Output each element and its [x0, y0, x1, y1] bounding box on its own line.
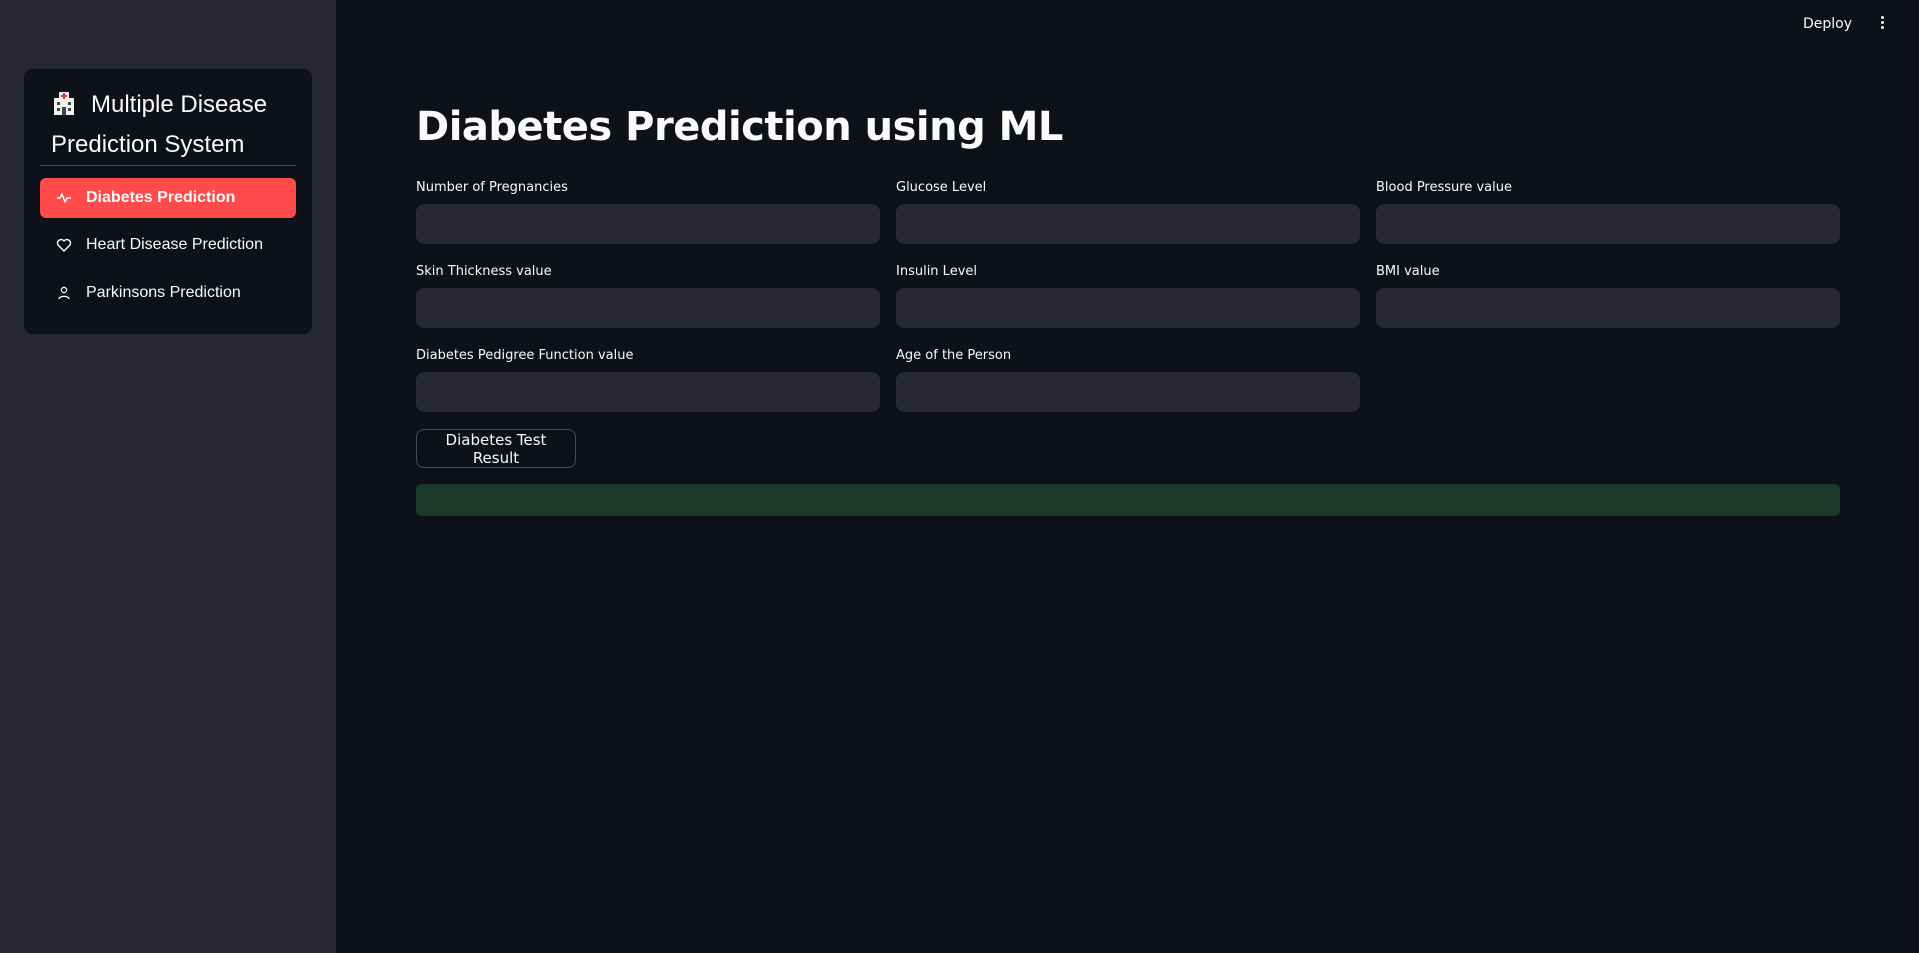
insulin-label: Insulin Level: [896, 264, 977, 279]
navigation-menu: Multiple Disease Prediction System Diabe…: [24, 69, 312, 334]
pedigree-function-input[interactable]: [416, 372, 880, 412]
sidebar-item-parkinsons-prediction[interactable]: Parkinsons Prediction: [40, 273, 296, 313]
more-vertical-icon[interactable]: [1876, 14, 1888, 38]
age-label: Age of the Person: [896, 348, 1012, 363]
menu-divider: [40, 165, 296, 166]
blood-pressure-label: Blood Pressure value: [1376, 180, 1512, 195]
skin-thickness-label: Skin Thickness value: [416, 264, 552, 279]
sidebar-item-label: Heart Disease Prediction: [86, 236, 263, 253]
sidebar-item-label: Parkinsons Prediction: [86, 284, 241, 301]
deploy-button[interactable]: Deploy: [1803, 16, 1852, 32]
sidebar-item-label: Diabetes Prediction: [86, 189, 236, 206]
hospital-icon: [51, 90, 77, 127]
sidebar: Multiple Disease Prediction System Diabe…: [0, 0, 336, 953]
pedigree-function-label: Diabetes Pedigree Function value: [416, 348, 634, 363]
menu-title: Multiple Disease Prediction System: [51, 87, 291, 163]
bmi-label: BMI value: [1376, 264, 1440, 279]
activity-icon: [56, 190, 72, 206]
glucose-input[interactable]: [896, 204, 1360, 244]
skin-thickness-input[interactable]: [416, 288, 880, 328]
page-title: Diabetes Prediction using ML: [416, 104, 1063, 150]
result-message: [416, 484, 1840, 516]
pregnancies-label: Number of Pregnancies: [416, 180, 568, 195]
diabetes-test-result-button[interactable]: Diabetes Test Result: [416, 429, 576, 468]
insulin-input[interactable]: [896, 288, 1360, 328]
menu-title-text: Multiple Disease Prediction System: [51, 91, 268, 158]
bmi-input[interactable]: [1376, 288, 1840, 328]
age-input[interactable]: [896, 372, 1360, 412]
glucose-label: Glucose Level: [896, 180, 987, 195]
person-icon: [56, 285, 72, 301]
heart-icon: [56, 237, 72, 253]
blood-pressure-input[interactable]: [1376, 204, 1840, 244]
sidebar-item-diabetes-prediction[interactable]: Diabetes Prediction: [40, 178, 296, 218]
sidebar-item-heart-disease-prediction[interactable]: Heart Disease Prediction: [40, 225, 296, 265]
pregnancies-input[interactable]: [416, 204, 880, 244]
